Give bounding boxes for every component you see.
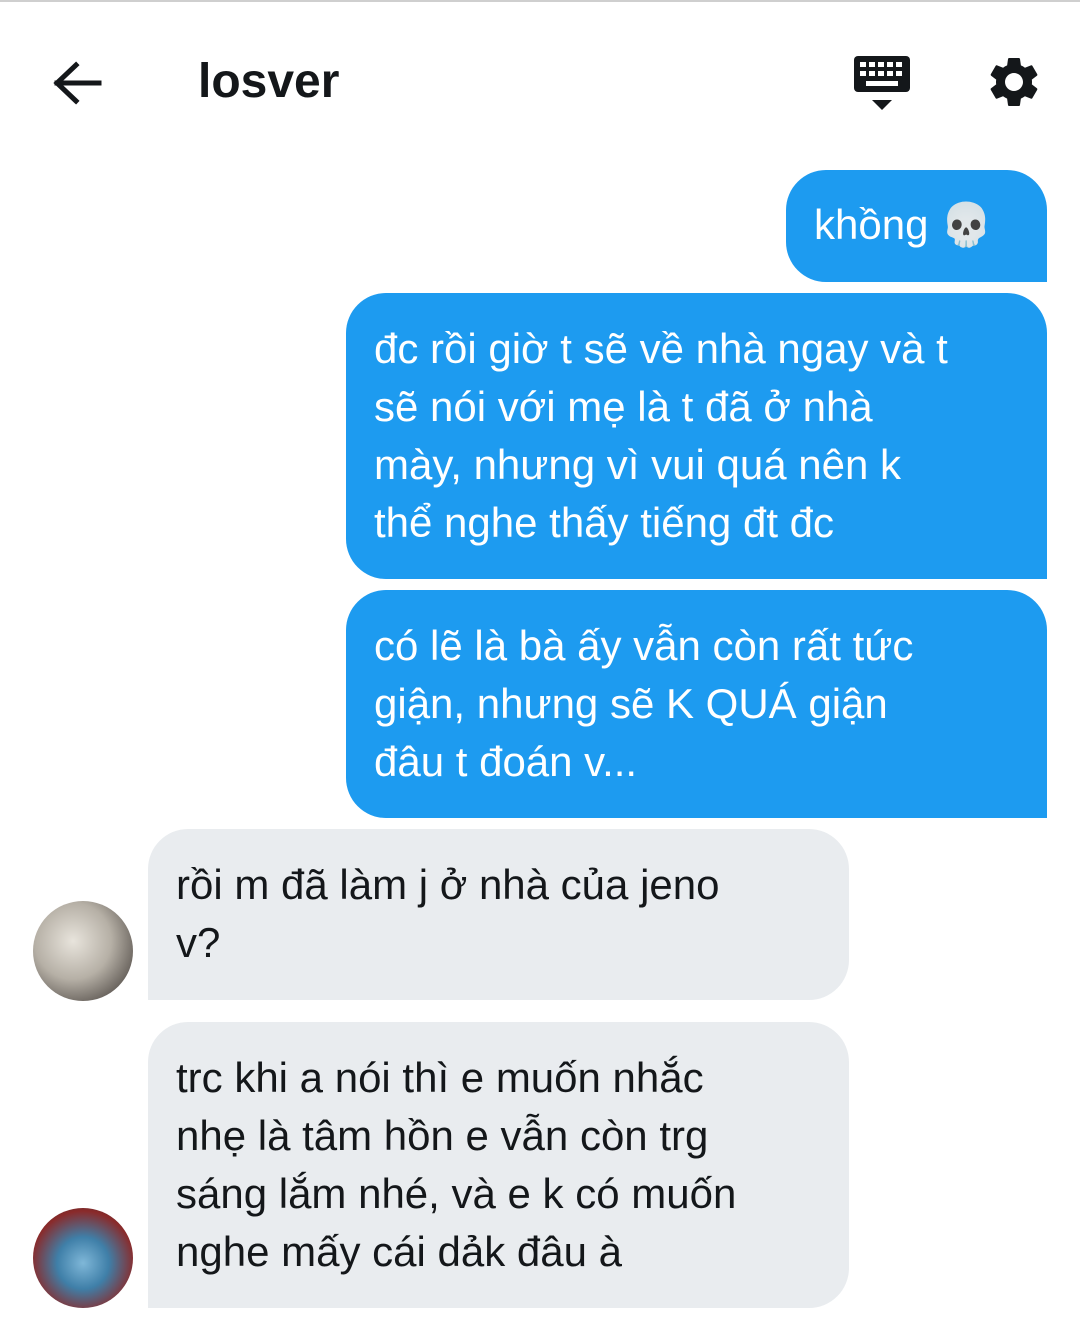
settings-button[interactable]	[984, 52, 1044, 112]
sent-message[interactable]: khồng 💀	[786, 170, 1047, 282]
conversation-header: losver	[0, 2, 1080, 152]
contact-avatar[interactable]	[33, 901, 133, 1001]
received-message[interactable]: rồi m đã làm j ở nhà của jeno v?	[148, 829, 849, 1000]
back-button[interactable]	[46, 52, 108, 114]
keyboard-button[interactable]	[848, 50, 916, 116]
sent-message[interactable]: có lẽ là bà ấy vẫn còn rất tức giận, như…	[346, 590, 1047, 818]
conversation-title: losver	[198, 55, 340, 108]
keyboard-icon	[854, 56, 910, 110]
contact-avatar[interactable]	[33, 1208, 133, 1308]
gear-icon	[990, 57, 1038, 106]
received-message[interactable]: trc khi a nói thì e muốn nhắc nhẹ là tâm…	[148, 1022, 849, 1308]
sent-message[interactable]: đc rồi giờ t sẽ về nhà ngay và t sẽ nói …	[346, 293, 1047, 579]
arrow-left-icon	[53, 61, 102, 105]
